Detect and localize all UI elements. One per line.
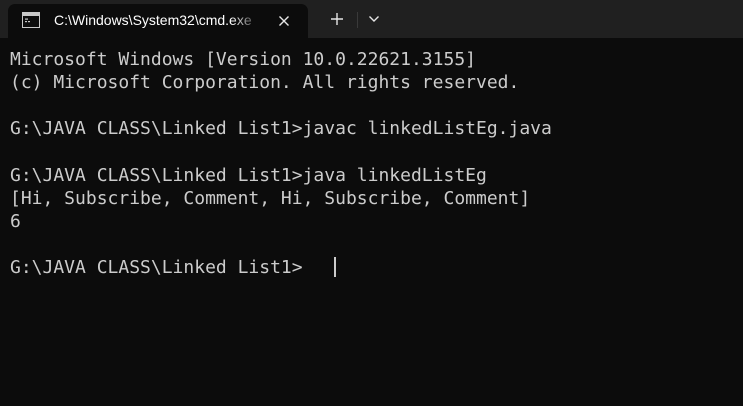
plus-icon [331, 13, 343, 25]
terminal-window: C:\Windows\System32\cmd.exe Microsoft Wi… [0, 0, 743, 406]
new-tab-button[interactable] [322, 6, 352, 32]
tab-dropdown-button[interactable] [361, 6, 387, 32]
tab-strip-divider [357, 12, 358, 28]
tab-strip: C:\Windows\System32\cmd.exe [0, 0, 743, 38]
chevron-down-icon [369, 16, 379, 22]
terminal-line-javac-command: G:\JAVA CLASS\Linked List1>javac linkedL… [10, 118, 552, 139]
cmd-console-icon [22, 12, 40, 28]
terminal-line-version: Microsoft Windows [Version 10.0.22621.31… [10, 49, 476, 70]
text-cursor [334, 257, 336, 277]
close-icon [279, 16, 289, 26]
terminal-line-size-output: 6 [10, 211, 21, 232]
close-tab-button[interactable] [272, 11, 296, 31]
terminal-line-list-output: [Hi, Subscribe, Comment, Hi, Subscribe, … [10, 188, 531, 209]
terminal-line-java-command: G:\JAVA CLASS\Linked List1>java linkedLi… [10, 165, 487, 186]
tab-title: C:\Windows\System32\cmd.exe [54, 12, 252, 28]
tab-cmd[interactable]: C:\Windows\System32\cmd.exe [8, 4, 308, 38]
terminal-line-copyright: (c) Microsoft Corporation. All rights re… [10, 72, 520, 93]
terminal-prompt: G:\JAVA CLASS\Linked List1> [10, 257, 303, 278]
terminal-output[interactable]: Microsoft Windows [Version 10.0.22621.31… [0, 38, 743, 406]
